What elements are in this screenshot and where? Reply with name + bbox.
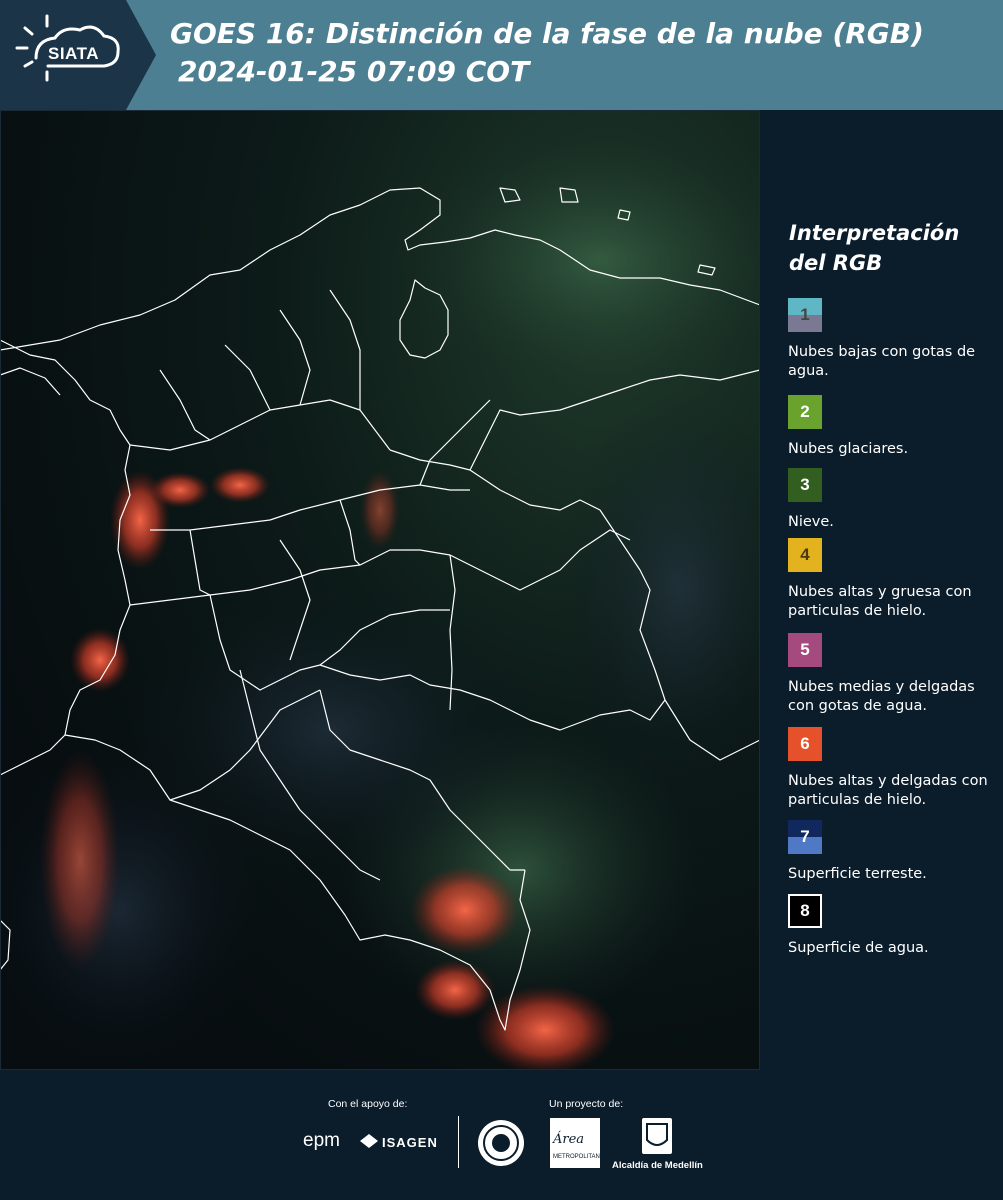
legend-swatch-8: 8 bbox=[788, 894, 822, 928]
legend-swatch-4: 4 bbox=[788, 538, 822, 572]
project-label: Un proyecto de: bbox=[549, 1098, 624, 1110]
legend-swatch-1: 1 bbox=[788, 298, 822, 332]
legend-item-4: 4 Nubes altas y gruesa con particulas de… bbox=[788, 538, 988, 621]
alcaldia-crest-icon bbox=[642, 1118, 672, 1154]
legend-label-3: Nieve. bbox=[788, 514, 834, 530]
high-cloud-region bbox=[210, 467, 270, 503]
legend-item-6: 6 Nubes altas y delgadas con particulas … bbox=[788, 727, 988, 810]
epm-logo: epm bbox=[303, 1130, 340, 1151]
legend-title: Interpretación del RGB bbox=[789, 221, 960, 275]
alcaldia-logo-text: Alcaldía de Medellín bbox=[612, 1160, 703, 1171]
legend-label-2: Nubes glaciares. bbox=[788, 441, 909, 457]
legend-item-2: 2 Nubes glaciares. bbox=[788, 395, 988, 459]
legend-label-7: Superficie terreste. bbox=[788, 866, 927, 882]
high-cloud-region bbox=[410, 865, 520, 955]
legend-item-5: 5 Nubes medias y delgadas con gotas de a… bbox=[788, 633, 988, 716]
high-cloud-region bbox=[150, 472, 210, 508]
footer-bar: Con el apoyo de: Un proyecto de: epm ISA… bbox=[0, 1070, 1003, 1200]
cloud-texture bbox=[400, 130, 760, 390]
legend-swatch-6: 6 bbox=[788, 727, 822, 761]
area-metropolitana-text: Área bbox=[553, 1132, 585, 1147]
legend-item-8: 8 Superficie de agua. bbox=[788, 894, 988, 958]
page-subtitle-timestamp: 2024-01-25 07:09 COT bbox=[178, 55, 530, 88]
legend-panel: Interpretación del RGB 1 Nubes bajas con… bbox=[760, 110, 1003, 1070]
legend-label-8: Superficie de agua. bbox=[788, 940, 929, 956]
legend-swatch-2: 2 bbox=[788, 395, 822, 429]
colombia-map-svg bbox=[0, 130, 760, 1070]
support-label: Con el apoyo de: bbox=[328, 1098, 408, 1110]
cloud-texture bbox=[560, 390, 760, 790]
high-cloud-region bbox=[360, 470, 400, 550]
legend-item-3: 3 Nieve. bbox=[788, 468, 988, 532]
legend-label-4: Nubes altas y gruesa con particulas de h… bbox=[788, 584, 972, 619]
footer-divider bbox=[458, 1116, 459, 1168]
legend-item-7: 7 Superficie terreste. bbox=[788, 820, 988, 884]
area-metropolitana-subtext: METROPOLITANA bbox=[553, 1154, 604, 1160]
legend-label-1: Nubes bajas con gotas de agua. bbox=[788, 344, 976, 379]
high-cloud-region bbox=[40, 750, 120, 970]
page-title: GOES 16: Distinción de la fase de la nub… bbox=[170, 17, 924, 50]
legend-swatch-5: 5 bbox=[788, 633, 822, 667]
legend-label-6: Nubes altas y delgadas con particulas de… bbox=[788, 773, 988, 808]
isagen-logo-icon bbox=[360, 1134, 378, 1148]
satellite-map bbox=[0, 110, 760, 1070]
siata-logo-text: SIATA bbox=[48, 44, 99, 63]
legend-swatch-7: 7 bbox=[788, 820, 822, 854]
isagen-logo-text: ISAGEN bbox=[382, 1135, 438, 1150]
university-seal-icon bbox=[478, 1120, 524, 1166]
legend-label-5: Nubes medias y delgadas con gotas de agu… bbox=[788, 679, 975, 714]
high-cloud-region bbox=[70, 628, 130, 692]
legend-item-1: 1 Nubes bajas con gotas de agua. bbox=[788, 298, 988, 381]
legend-swatch-3: 3 bbox=[788, 468, 822, 502]
header-bar: SIATA GOES 16: Distinción de la fase de … bbox=[0, 0, 1003, 110]
